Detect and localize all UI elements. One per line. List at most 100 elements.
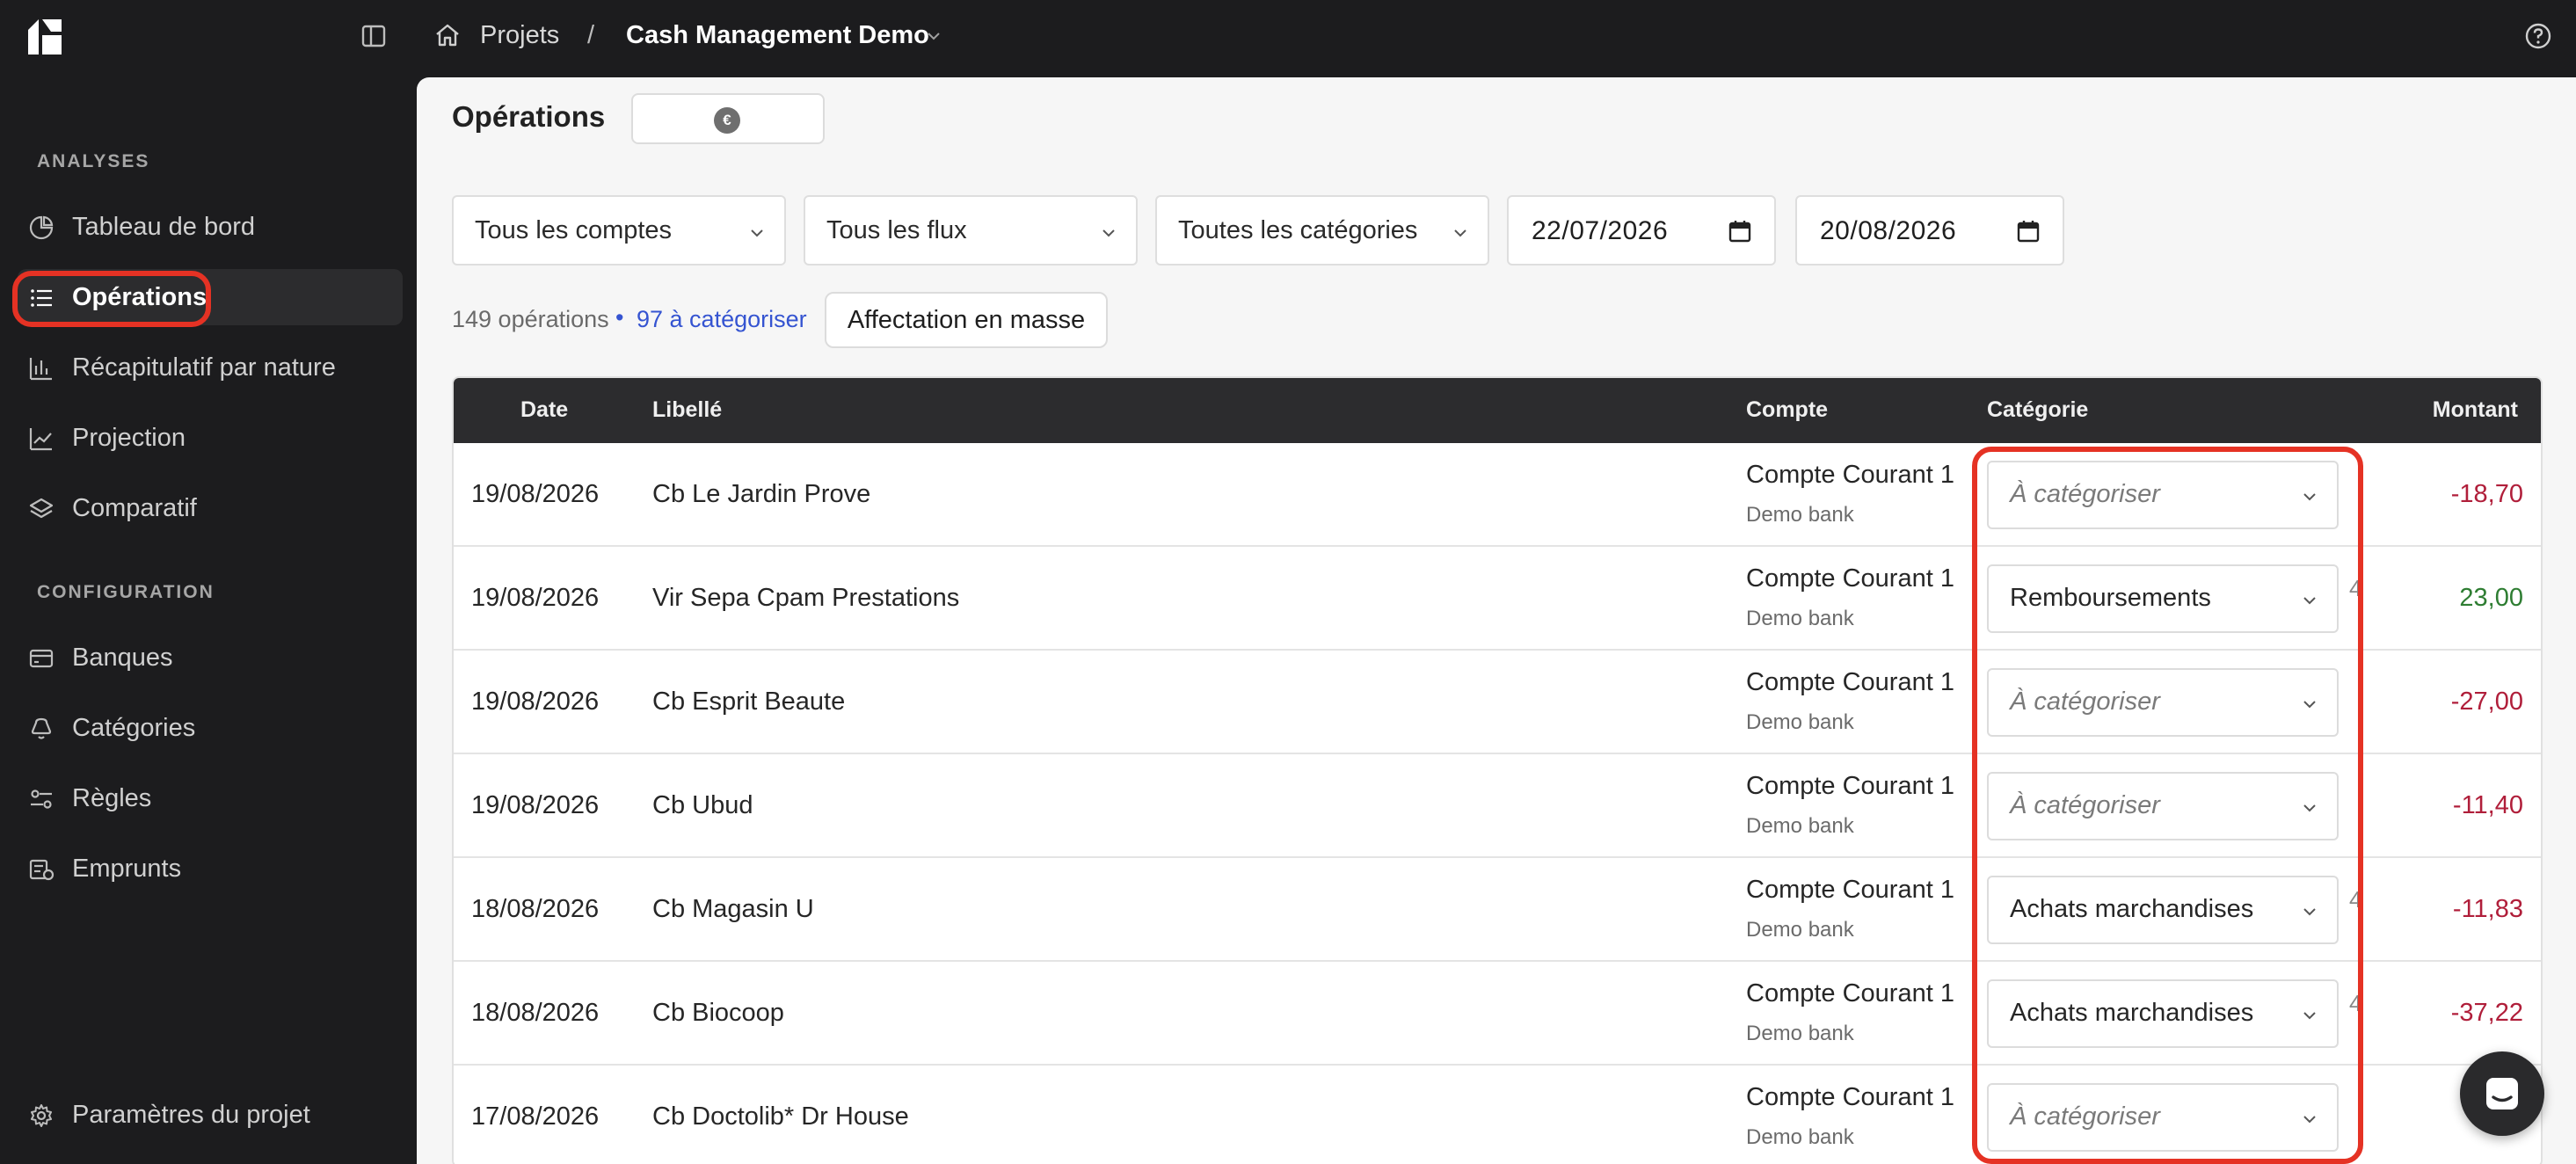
mass-assignment-button[interactable]: Affectation en masse (825, 292, 1108, 348)
cell-side-digit: 4 (2349, 990, 2362, 1016)
cell-account: Compte Courant 1 (1746, 564, 1954, 593)
date-to-value: 20/08/2026 (1820, 216, 1957, 245)
chevron-down-icon (2303, 493, 2316, 501)
table-row[interactable]: 19/08/2026 Cb Le Jardin Prove Compte Coura… (454, 443, 2541, 547)
cell-account: Compte Courant 1 (1746, 461, 1954, 489)
category-select[interactable]: Remboursements (1987, 564, 2339, 633)
cell-bank: Demo bank (1746, 503, 1854, 527)
sidebar-item-recapitulatif[interactable]: Récapitulatif par nature (18, 339, 403, 396)
chat-icon (2486, 1078, 2518, 1109)
date-from-input[interactable]: 22/07/2026 (1507, 195, 1776, 266)
category-value: Achats marchandises (2010, 895, 2254, 923)
help-icon[interactable] (2523, 21, 2553, 51)
category-select[interactable]: Achats marchandises (1987, 979, 2339, 1048)
credit-card-icon (29, 649, 54, 668)
top-bar: Projets / Cash Management Demo (0, 0, 2576, 77)
to-categorize-link[interactable]: 97 à catégoriser (637, 306, 807, 333)
summary-separator: • (615, 304, 624, 331)
table-row[interactable]: 19/08/2026 Cb Ubud Compte Courant 1 Demo ba… (454, 754, 2541, 858)
cell-bank: Demo bank (1746, 918, 1854, 942)
table-row[interactable]: 18/08/2026 Cb Biocoop Compte Courant 1 Demo… (454, 962, 2541, 1066)
sidebar-item-label: Projection (72, 424, 186, 452)
sidebar-item-tableau-de-bord[interactable]: Tableau de bord (18, 199, 403, 255)
chevron-down-icon (1454, 229, 1466, 237)
table-row[interactable]: 19/08/2026 Vir Sepa Cpam Prestations Compt… (454, 547, 2541, 651)
layers-icon (29, 498, 54, 519)
calendar-icon[interactable] (2015, 218, 2041, 244)
operations-table: Date Libellé Compte Catégorie Montant 19… (452, 376, 2543, 1164)
cell-date: 19/08/2026 (471, 791, 600, 819)
header-account[interactable]: Compte (1746, 397, 1828, 423)
breadcrumb-separator: / (587, 21, 595, 49)
cell-account: Compte Courant 1 (1746, 1083, 1954, 1111)
table-row[interactable]: 18/08/2026 Cb Magasin U Compte Courant 1 De… (454, 858, 2541, 962)
breadcrumb-projects[interactable]: Projets (480, 19, 559, 51)
sidebar-item-label: Règles (72, 784, 152, 812)
currency-toggle[interactable]: € (631, 93, 825, 144)
sidebar-item-comparatif[interactable]: Comparatif (18, 480, 403, 536)
cell-date: 18/08/2026 (471, 999, 600, 1027)
operations-count: 149 opérations (452, 306, 609, 332)
header-category[interactable]: Catégorie (1987, 397, 2088, 423)
accounts-filter-value: Tous les comptes (475, 216, 673, 244)
category-value: À catégoriser (2010, 791, 2160, 819)
list-icon (31, 289, 52, 307)
cell-side-digit: 4 (2349, 575, 2362, 601)
sidebar-item-settings[interactable]: Paramètres du projet (18, 1087, 403, 1143)
rules-icon (31, 789, 52, 809)
pie-chart-icon (29, 215, 54, 240)
home-icon[interactable] (433, 21, 462, 49)
flows-filter-value: Tous les flux (826, 216, 967, 244)
cell-bank: Demo bank (1746, 814, 1854, 838)
sidebar-item-label: Paramètres du projet (72, 1101, 310, 1129)
app-logo-icon[interactable] (26, 18, 69, 56)
header-amount[interactable]: Montant (2433, 397, 2518, 423)
accounts-filter-select[interactable]: Tous les comptes (452, 195, 786, 266)
cell-bank: Demo bank (1746, 1125, 1854, 1149)
cell-label: Cb Magasin U (652, 895, 814, 923)
chat-launcher-button[interactable] (2460, 1051, 2544, 1136)
categories-filter-select[interactable]: Toutes les catégories (1155, 195, 1489, 266)
cell-amount: -11,83 (2452, 895, 2523, 923)
cell-bank: Demo bank (1746, 1022, 1854, 1045)
sidebar-item-categories[interactable]: Catégories (18, 700, 403, 756)
flows-filter-select[interactable]: Tous les flux (804, 195, 1138, 266)
cell-account: Compte Courant 1 (1746, 979, 1954, 1008)
sidebar-item-projection[interactable]: Projection (18, 410, 403, 466)
breadcrumb-project[interactable]: Cash Management Demo (626, 19, 929, 51)
date-to-input[interactable]: 20/08/2026 (1795, 195, 2064, 266)
section-label-configuration: CONFIGURATION (37, 582, 215, 602)
gear-icon (31, 1104, 52, 1127)
sidebar-item-operations[interactable]: Opérations (18, 269, 403, 325)
category-select[interactable]: À catégoriser (1987, 1083, 2339, 1152)
category-value: À catégoriser (2010, 687, 2160, 716)
category-select[interactable]: Achats marchandises (1987, 876, 2339, 944)
sidebar-item-banques[interactable]: Banques (18, 629, 403, 686)
sidebar-item-regles[interactable]: Règles (18, 770, 403, 826)
line-chart-icon (29, 428, 52, 451)
chevron-down-icon (2303, 804, 2316, 812)
sidebar-item-label: Emprunts (72, 855, 182, 883)
header-date[interactable]: Date (520, 397, 568, 423)
cell-amount: -37,22 (2450, 999, 2523, 1027)
chevron-down-icon (751, 229, 763, 237)
category-select[interactable]: À catégoriser (1987, 772, 2339, 840)
cell-label: Cb Doctolib* Dr House (652, 1102, 909, 1131)
sidebar: ANALYSES Tableau de bord Opérations Réca… (0, 77, 417, 1164)
category-select[interactable]: À catégoriser (1987, 668, 2339, 737)
table-row[interactable]: 19/08/2026 Cb Esprit Beaute Compte Courant… (454, 651, 2541, 754)
tag-icon (31, 717, 52, 739)
sidebar-item-emprunts[interactable]: Emprunts (18, 840, 403, 897)
sidebar-toggle-icon[interactable] (360, 23, 387, 49)
categories-filter-value: Toutes les catégories (1178, 216, 1418, 244)
header-label[interactable]: Libellé (652, 397, 722, 423)
sidebar-item-label: Récapitulatif par nature (72, 353, 336, 382)
cell-date: 19/08/2026 (471, 584, 600, 612)
table-row[interactable]: 17/08/2026 Cb Doctolib* Dr House Compte Co… (454, 1066, 2541, 1164)
cell-label: Cb Ubud (652, 791, 753, 819)
cell-amount: 23,00 (2459, 584, 2523, 612)
category-select[interactable]: À catégoriser (1987, 461, 2339, 529)
chevron-down-icon[interactable] (925, 27, 942, 45)
calendar-icon[interactable] (1727, 218, 1753, 244)
table-header: Date Libellé Compte Catégorie Montant (454, 378, 2541, 443)
